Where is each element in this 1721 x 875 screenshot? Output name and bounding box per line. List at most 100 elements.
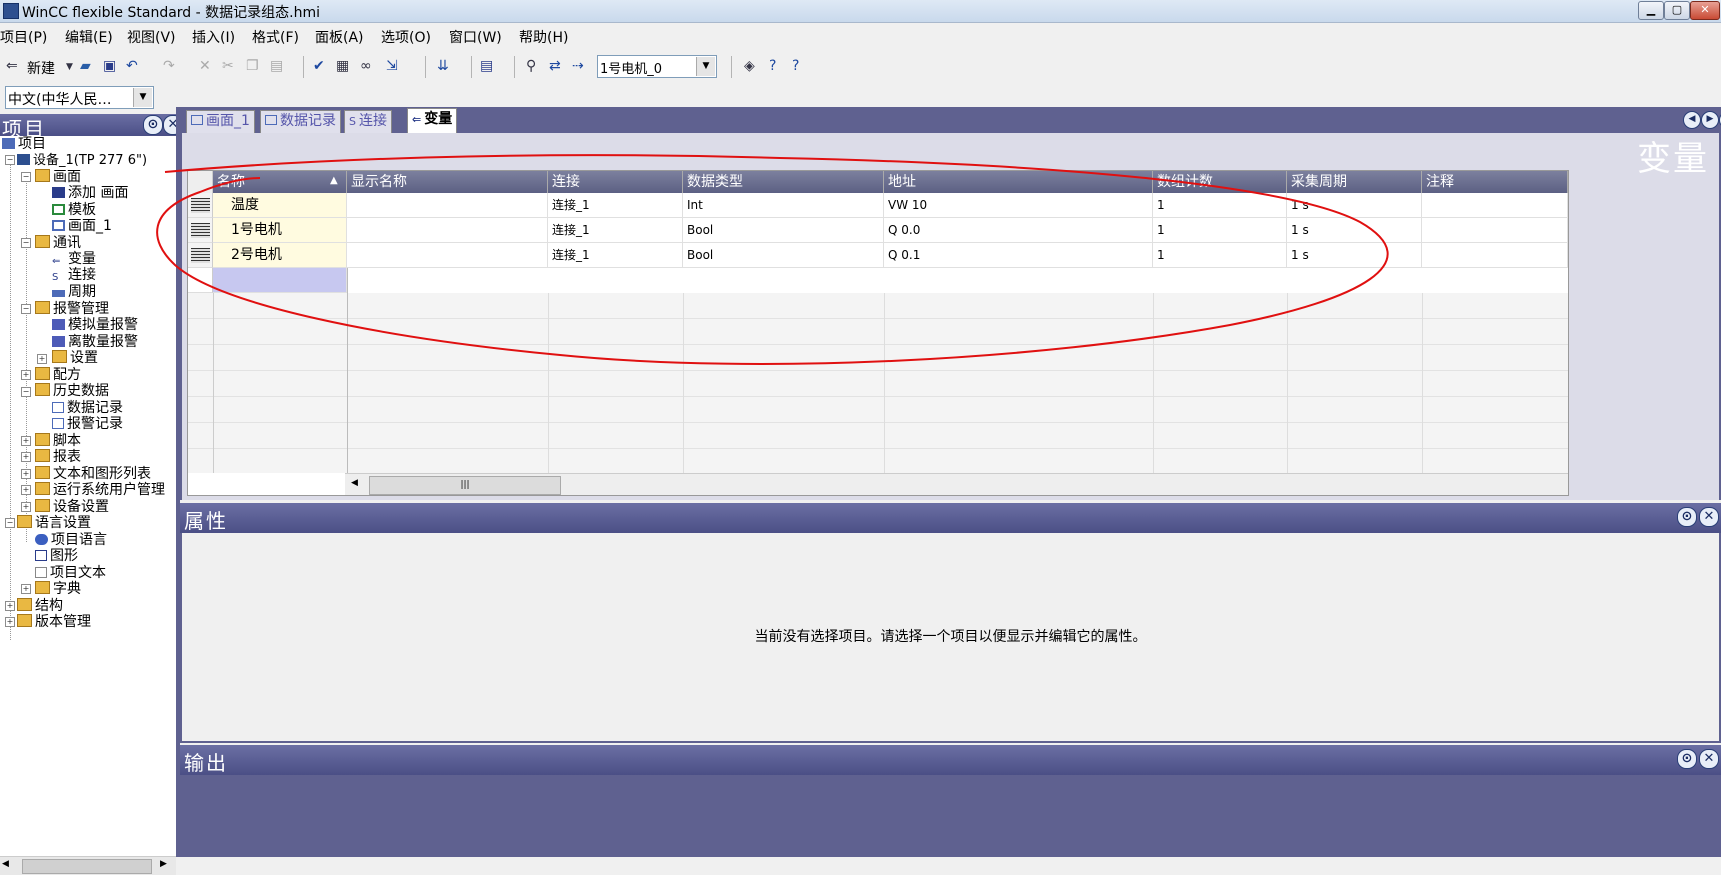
new-icon[interactable]: ⇐ [6,58,18,74]
tag-array-count-cell[interactable]: 1 [1153,218,1287,243]
tree-item-device-settings[interactable]: 设备设置 [35,499,109,515]
column-header-acquisition-cycle[interactable]: 采集周期 [1287,171,1422,193]
tag-comment-cell[interactable] [1422,218,1568,243]
tag-display-name-cell[interactable] [347,193,548,218]
pin-icon[interactable]: ⊙ [1677,749,1697,769]
tree-item-tags[interactable]: ⇐ 变量 [52,251,96,267]
menu-panel[interactable]: 面板(A) [315,27,364,47]
transfer-icon[interactable]: ⇲ [386,58,398,74]
tag-comment-cell[interactable] [1422,243,1568,268]
binoculars-icon[interactable]: ⚲ [526,58,536,74]
menu-view[interactable]: 视图(V) [127,27,176,47]
row-selector[interactable] [188,268,213,293]
tree-item-alarm-management[interactable]: 报警管理 [35,301,109,317]
tab-scroll-left-icon[interactable]: ◀ [1683,111,1701,129]
scroll-left-icon[interactable]: ◀ [2,859,9,869]
tree-item-connections[interactable]: S 连接 [52,267,96,283]
tree-item-project[interactable]: 项目 [2,136,46,152]
tag-cycle-cell[interactable]: 1 s [1287,218,1422,243]
tag-array-count-cell[interactable]: 1 [1153,193,1287,218]
menu-help[interactable]: 帮助(H) [519,27,568,47]
column-header-array-count[interactable]: 数组计数 [1153,171,1287,193]
close-button[interactable]: ✕ [1690,1,1720,20]
tab-connections[interactable]: S 连接 [344,110,392,134]
context-help-icon[interactable]: ? [792,58,799,74]
row-selector[interactable] [188,218,213,243]
simulate-icon[interactable]: ∞ [360,58,372,74]
tree-item-structures[interactable]: 结构 [17,598,63,614]
copy-icon[interactable]: ❐ [246,58,259,74]
tree-item-discrete-alarms[interactable]: 离散量报警 [52,334,138,350]
column-header-name[interactable]: 名称 [213,171,347,193]
tree-item-version-management[interactable]: 版本管理 [17,614,91,630]
column-header-data-type[interactable]: 数据类型 [683,171,884,193]
tab-scroll-right-icon[interactable]: ▶ [1701,111,1719,129]
column-header-connection[interactable]: 连接 [548,171,683,193]
column-header-display-name[interactable]: 显示名称 [347,171,548,193]
tag-connection-cell[interactable]: 连接_1 [548,243,683,268]
scroll-left-icon[interactable]: ◀ [351,478,358,488]
tree-item-text-graphic-lists[interactable]: 文本和图形列表 [35,466,151,482]
tree-item-dictionaries[interactable]: 字典 [35,581,81,597]
tree-item-screens[interactable]: 画面 [35,169,81,185]
scroll-thumb[interactable]: ||| [369,476,561,495]
tree-item-template[interactable]: 模板 [52,202,96,218]
tree-item-project-languages[interactable]: 项目语言 [35,532,107,548]
save-icon[interactable]: ▣ [103,58,116,74]
tab-tags[interactable]: ⇐ 变量 [407,108,458,134]
compile-icon[interactable]: ▦ [336,58,349,74]
redo-icon[interactable]: ↷ [163,58,175,74]
chevron-down-icon[interactable]: ▼ [133,88,152,107]
check-icon[interactable]: ✔ [313,58,325,74]
tree-item-alarm-logs[interactable]: 报警记录 [52,416,123,432]
download-icon[interactable]: ⇊ [437,58,449,74]
tab-data-log[interactable]: 数据记录 [260,110,341,134]
tag-address-cell[interactable]: Q 0.0 [884,218,1153,243]
tree-item-recipes[interactable]: 配方 [35,367,81,383]
tag-name-cell[interactable]: 2号电机 [213,243,347,268]
maximize-button[interactable]: ▢ [1664,1,1690,20]
close-pane-icon[interactable]: ✕ [1699,507,1719,527]
tab-screen-1[interactable]: 画面_1 [186,110,255,134]
tag-comment-cell[interactable] [1422,193,1568,218]
row-selector[interactable] [188,243,213,268]
chevron-down-icon[interactable]: ▼ [696,57,715,76]
tree-item-scripts[interactable]: 脚本 [35,433,81,449]
menu-insert[interactable]: 插入(I) [192,27,235,47]
menu-window[interactable]: 窗口(W) [449,27,502,47]
tree-item-data-logs[interactable]: 数据记录 [52,400,123,416]
tree-item-language-settings[interactable]: 语言设置 [17,515,91,531]
tag-address-cell[interactable]: Q 0.1 [884,243,1153,268]
minimize-button[interactable]: ▁ [1638,1,1664,20]
menu-format[interactable]: 格式(F) [252,27,299,47]
dropdown-arrow-icon[interactable]: ▼ [66,62,73,72]
pin-icon[interactable]: ⊙ [1677,507,1697,527]
tree-item-project-texts[interactable]: 项目文本 [35,565,106,581]
tag-display-name-cell[interactable] [347,218,548,243]
tree-item-reports[interactable]: 报表 [35,449,81,465]
scroll-right-icon[interactable]: ▶ [160,859,167,869]
tag-array-count-cell[interactable]: 1 [1153,243,1287,268]
tree-item-screen-1[interactable]: 画面_1 [52,218,112,234]
undo-icon[interactable]: ↶ [126,58,138,74]
open-icon[interactable]: ▰ [80,58,91,74]
scroll-thumb[interactable] [22,859,152,874]
settings-icon[interactable]: ◈ [744,58,755,74]
tag-data-type-cell[interactable]: Bool [683,218,884,243]
tree-item-cycles[interactable]: 周期 [52,284,96,300]
tree-item-historical-data[interactable]: 历史数据 [35,383,109,399]
tag-connection-cell[interactable]: 连接_1 [548,218,683,243]
library-icon[interactable]: ▤ [480,58,493,74]
tree-item-device[interactable]: 设备_1(TP 277 6") [17,152,147,168]
tag-data-type-cell[interactable]: Int [683,193,884,218]
tag-connection-cell[interactable]: 连接_1 [548,193,683,218]
cut-icon[interactable]: ✂ [222,58,234,74]
find-replace-icon[interactable]: ⇢ [572,58,584,74]
tree-item-graphics[interactable]: 图形 [35,548,78,564]
tree-item-alarm-settings[interactable]: 设置 [52,350,98,366]
new-row-cell[interactable] [213,268,347,293]
project-pane-scrollbar[interactable]: ◀ ▶ [0,856,176,875]
tree-item-analog-alarms[interactable]: 模拟量报警 [52,317,138,333]
tag-name-cell[interactable]: 温度 [213,193,347,218]
table-horizontal-scrollbar[interactable]: ◀ ||| [345,473,1568,495]
